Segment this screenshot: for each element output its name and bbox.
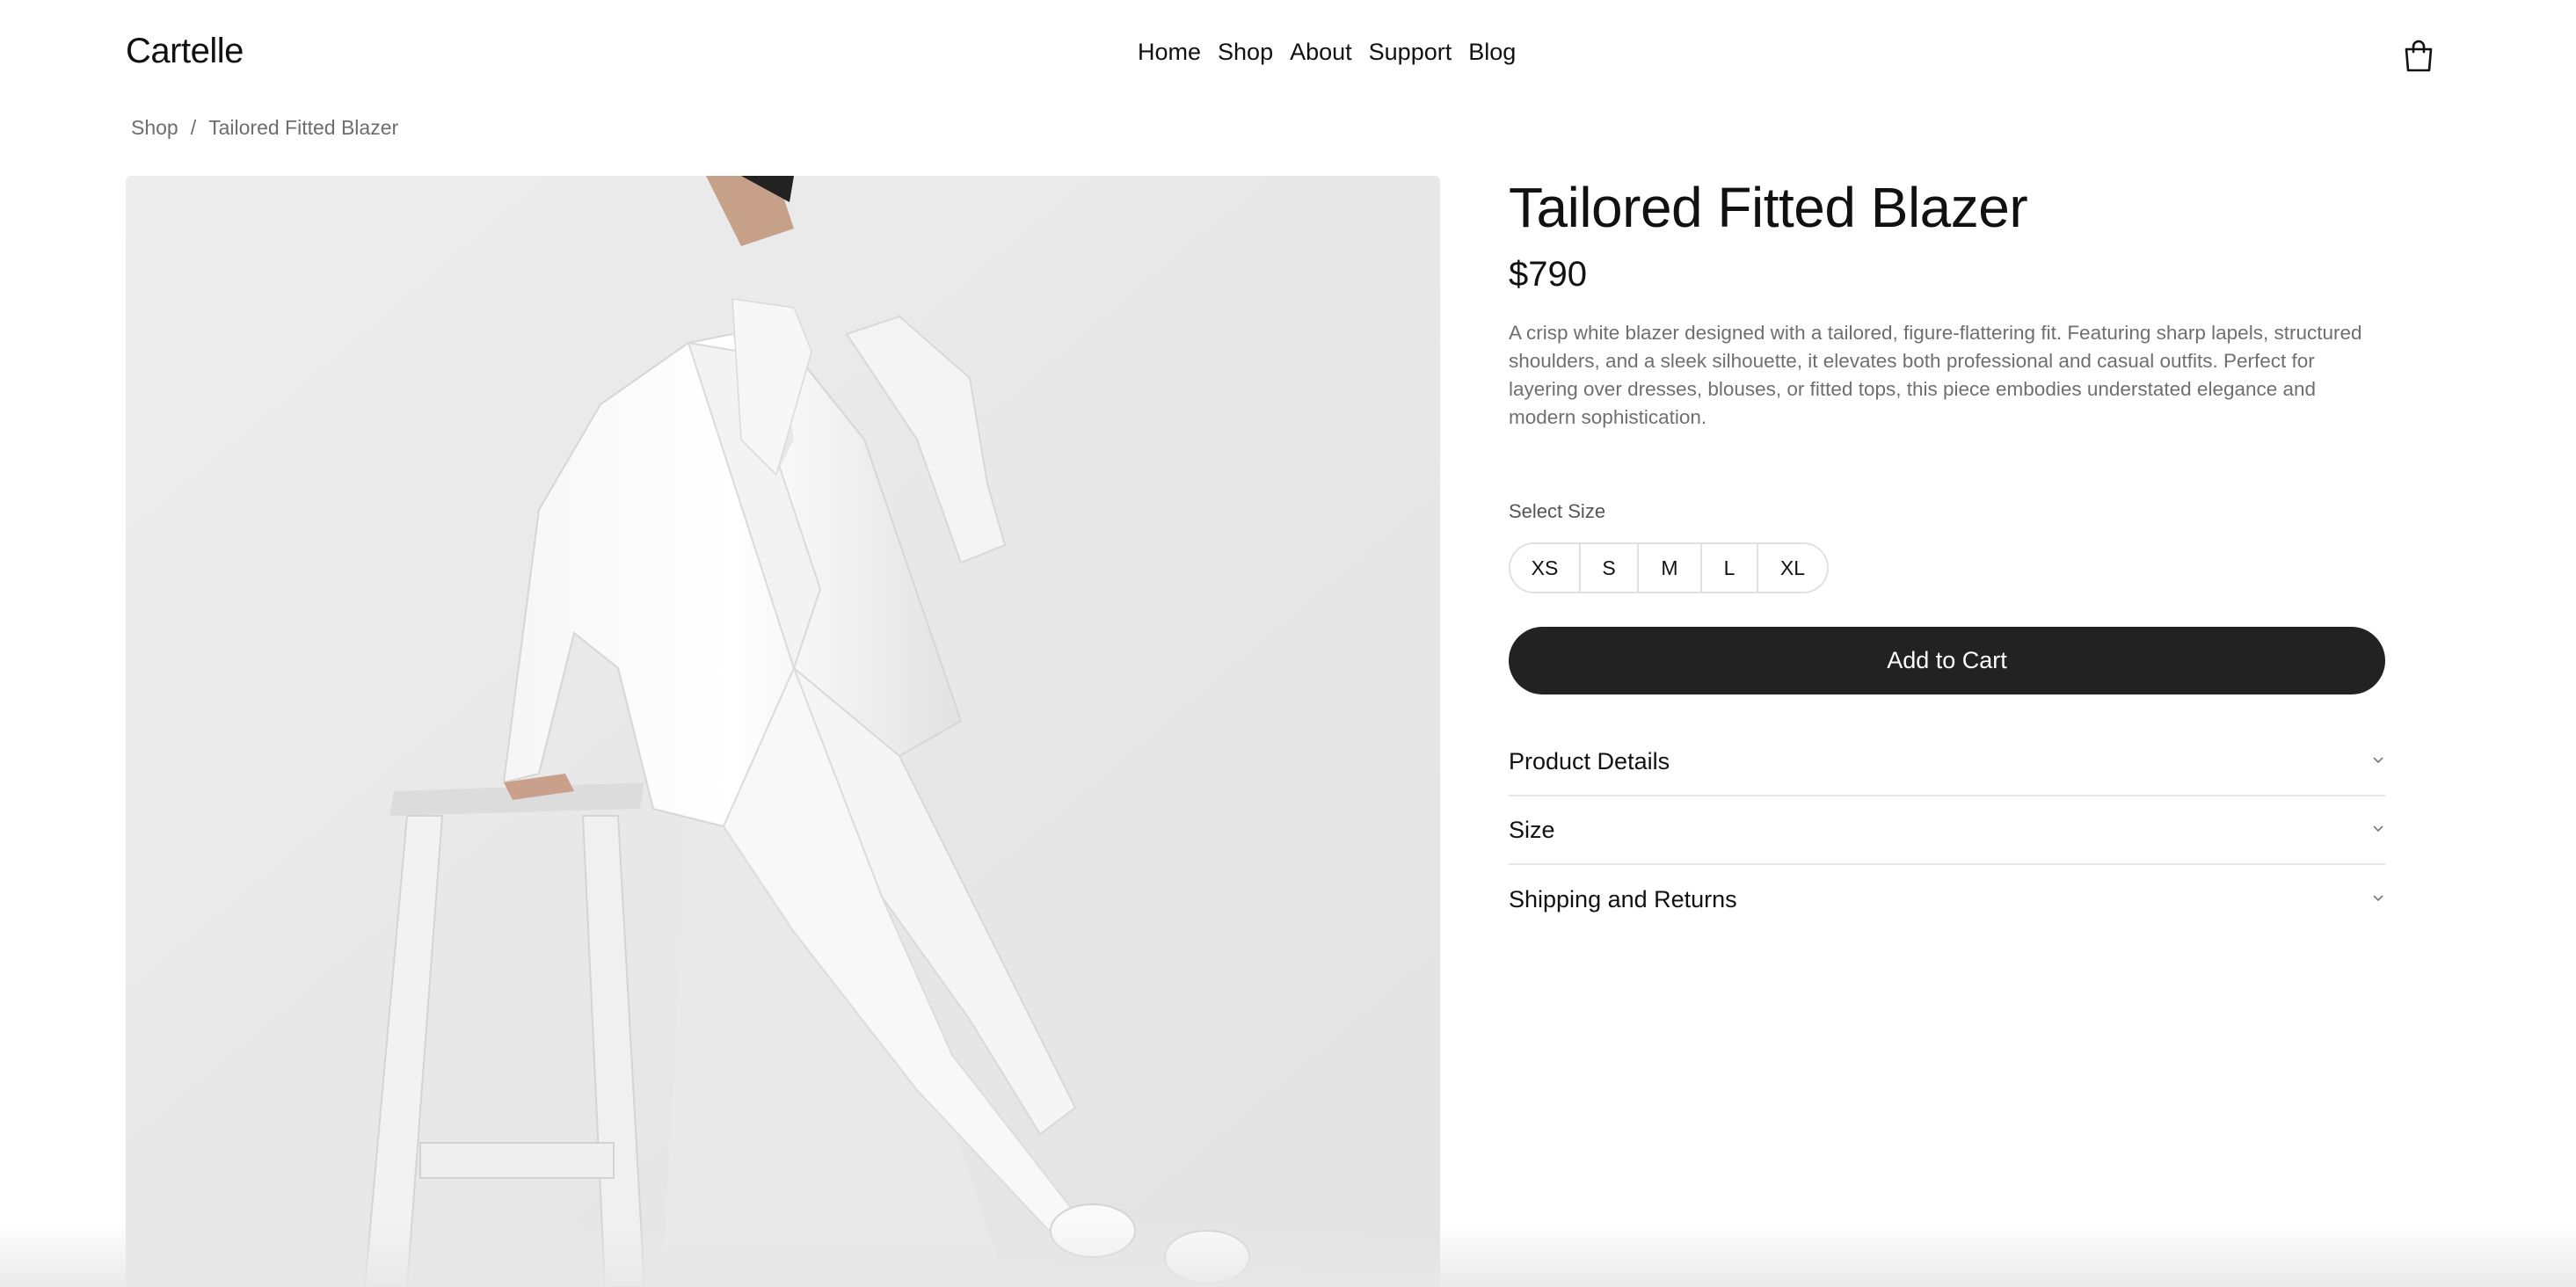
product-title: Tailored Fitted Blazer <box>1509 176 2028 239</box>
shopping-bag-icon[interactable] <box>2404 39 2434 72</box>
accordion-shipping-returns[interactable]: Shipping and Returns <box>1509 865 2385 934</box>
accordion-title: Size <box>1509 816 1555 843</box>
brand-logo[interactable]: Cartelle <box>126 32 244 71</box>
breadcrumb-shop[interactable]: Shop <box>131 116 178 140</box>
add-to-cart-button[interactable]: Add to Cart <box>1509 627 2385 694</box>
site-header: Cartelle Home Shop About Support Blog <box>0 0 2576 111</box>
product-accordion: Product Details Size Shipping and Return… <box>1509 728 2385 934</box>
accordion-product-details[interactable]: Product Details <box>1509 728 2385 796</box>
size-option-xs[interactable]: XS <box>1510 544 1581 592</box>
nav-support[interactable]: Support <box>1369 39 1452 66</box>
chevron-down-icon <box>2371 891 2385 909</box>
nav-shop[interactable]: Shop <box>1218 39 1273 66</box>
product-info: Tailored Fitted Blazer $790 A crisp whit… <box>1509 172 2385 934</box>
size-option-m[interactable]: M <box>1639 544 1702 592</box>
nav-blog[interactable]: Blog <box>1468 39 1516 66</box>
size-option-l[interactable]: L <box>1702 544 1758 592</box>
accordion-title: Product Details <box>1509 747 1670 774</box>
size-option-xl[interactable]: XL <box>1758 544 1827 592</box>
size-label: Select Size <box>1509 500 1606 522</box>
nav-about[interactable]: About <box>1290 39 1352 66</box>
breadcrumb: Shop / Tailored Fitted Blazer <box>131 116 398 140</box>
main-nav: Home Shop About Support Blog <box>1138 39 1532 66</box>
size-selector: XS S M L XL <box>1509 542 1829 593</box>
nav-home[interactable]: Home <box>1138 39 1201 66</box>
size-option-s[interactable]: S <box>1581 544 1639 592</box>
chevron-down-icon <box>2371 821 2385 840</box>
product-price: $790 <box>1509 255 1587 294</box>
product-image[interactable] <box>126 176 1440 1287</box>
breadcrumb-current: Tailored Fitted Blazer <box>208 116 399 139</box>
accordion-title: Shipping and Returns <box>1509 885 1737 913</box>
product-description: A crisp white blazer designed with a tai… <box>1509 322 2362 428</box>
breadcrumb-separator: / <box>190 116 197 139</box>
accordion-size[interactable]: Size <box>1509 796 2385 865</box>
chevron-down-icon <box>2371 753 2385 771</box>
